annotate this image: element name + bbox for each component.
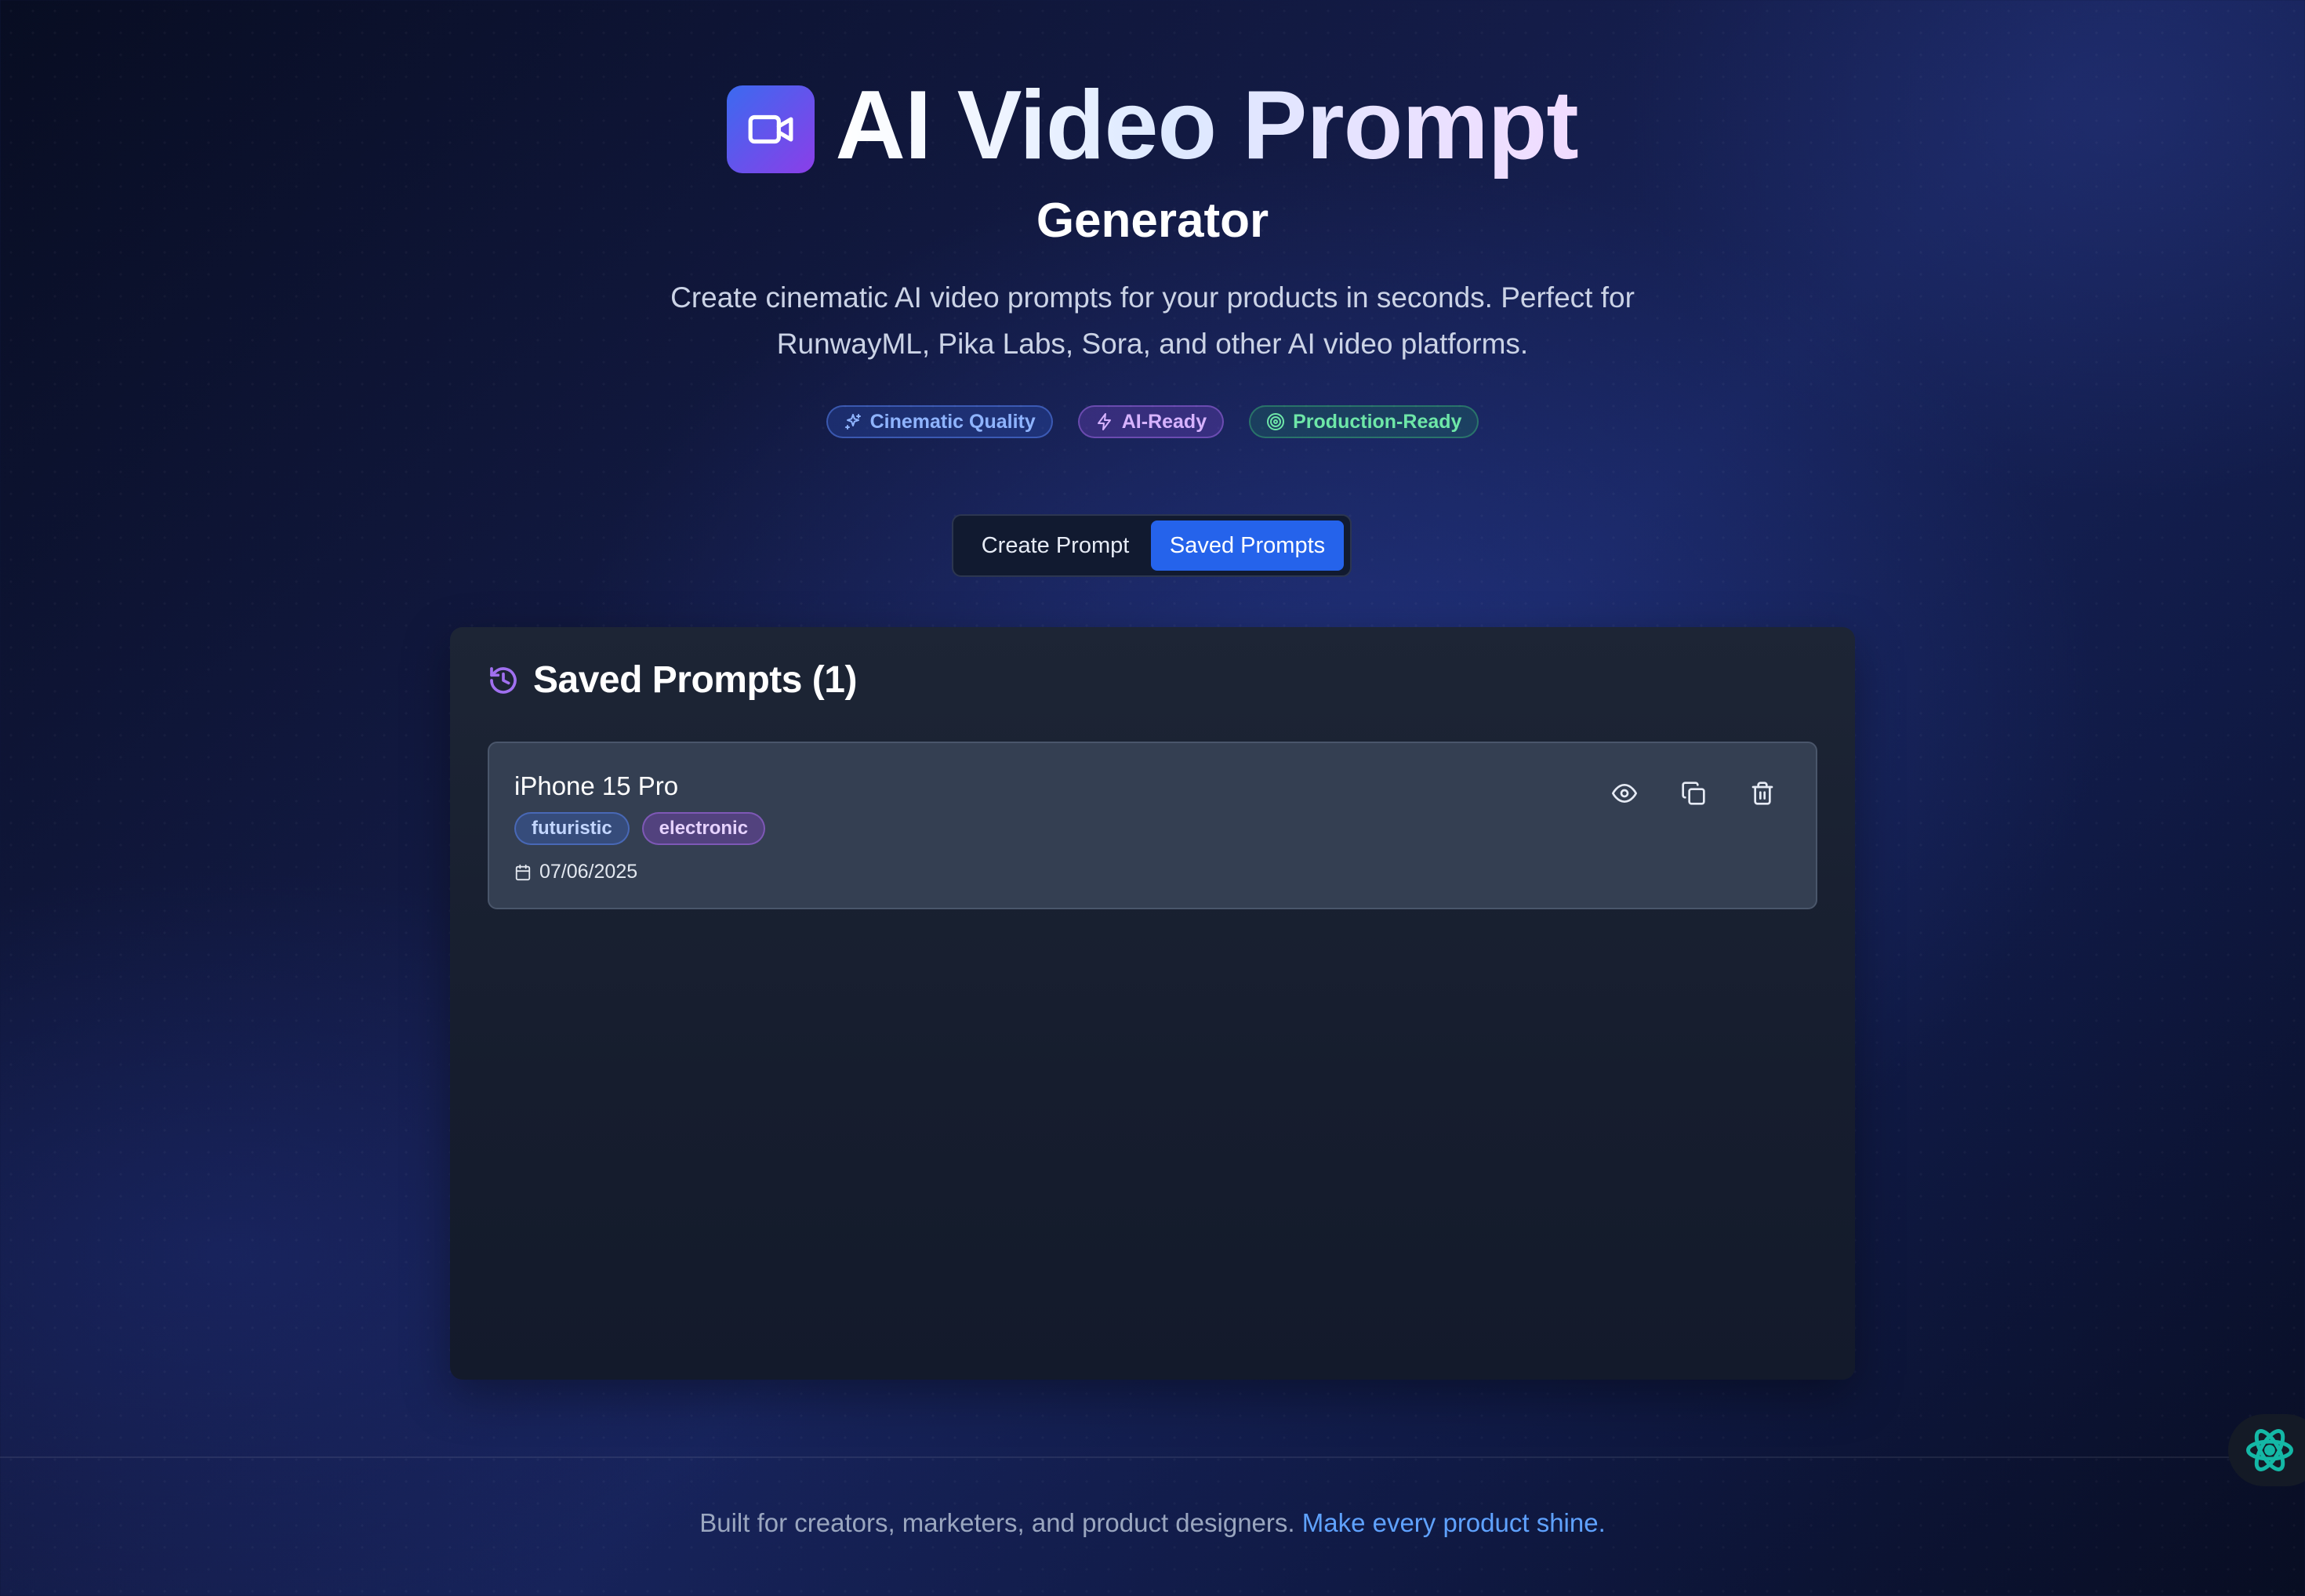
saved-prompts-panel: Saved Prompts (1) iPhone 15 Pro futurist… [450, 627, 1855, 1380]
page-title: AI Video Prompt [835, 77, 1578, 182]
saved-prompt-card[interactable]: iPhone 15 Pro futuristic electronic 07/0… [488, 742, 1817, 909]
lightning-icon [1097, 413, 1111, 430]
eye-icon [1612, 784, 1637, 803]
view-prompt-button[interactable] [1606, 774, 1643, 812]
video-camera-icon [727, 85, 815, 173]
history-icon [490, 666, 517, 694]
tag-category: electronic [641, 812, 766, 845]
delete-prompt-button[interactable] [1744, 774, 1781, 812]
feature-badges: Cinematic Quality AI-Ready Production-Re… [0, 405, 2305, 438]
prompt-date-text: 07/06/2025 [539, 861, 638, 883]
calendar-icon [515, 864, 531, 880]
footer-divider [0, 1456, 2305, 1458]
sparkles-icon [844, 414, 861, 430]
view-tabs: Create Prompt Saved Prompts [952, 514, 1352, 577]
prompt-product-name: iPhone 15 Pro [514, 771, 679, 800]
page-subtitle: Generator [1036, 194, 1269, 248]
badge-production-ready: Production-Ready [1249, 405, 1479, 438]
panel-header: Saved Prompts (1) [488, 658, 857, 702]
prompt-tags: futuristic electronic [514, 812, 766, 845]
badge-label: AI-Ready [1121, 410, 1207, 433]
page-description: Create cinematic AI video prompts for yo… [670, 281, 1635, 360]
badge-label: Production-Ready [1293, 410, 1462, 433]
prompt-date: 07/06/2025 [514, 861, 637, 883]
footer-highlight: Make every product shine. [1301, 1508, 1606, 1537]
prompt-actions [1606, 774, 1781, 812]
badge-ai-ready: AI-Ready [1077, 405, 1225, 438]
atom-icon [2246, 1429, 2293, 1471]
tag-style: futuristic [514, 812, 630, 845]
copy-icon [1682, 782, 1705, 805]
tab-create-prompt[interactable]: Create Prompt [960, 521, 1151, 571]
target-icon [1267, 413, 1285, 430]
trash-icon [1751, 782, 1773, 805]
footer: Built for creators, marketers, and produ… [0, 1508, 2305, 1538]
app-header: AI Video Prompt [0, 77, 2305, 182]
panel-title: Saved Prompts (1) [533, 659, 857, 701]
footer-text: Built for creators, marketers, and produ… [699, 1508, 1295, 1537]
copy-prompt-button[interactable] [1675, 774, 1712, 812]
badge-label: Cinematic Quality [869, 410, 1036, 433]
tab-saved-prompts[interactable]: Saved Prompts [1151, 521, 1344, 571]
assistant-button[interactable] [2228, 1414, 2305, 1486]
badge-cinematic-quality: Cinematic Quality [826, 405, 1053, 438]
